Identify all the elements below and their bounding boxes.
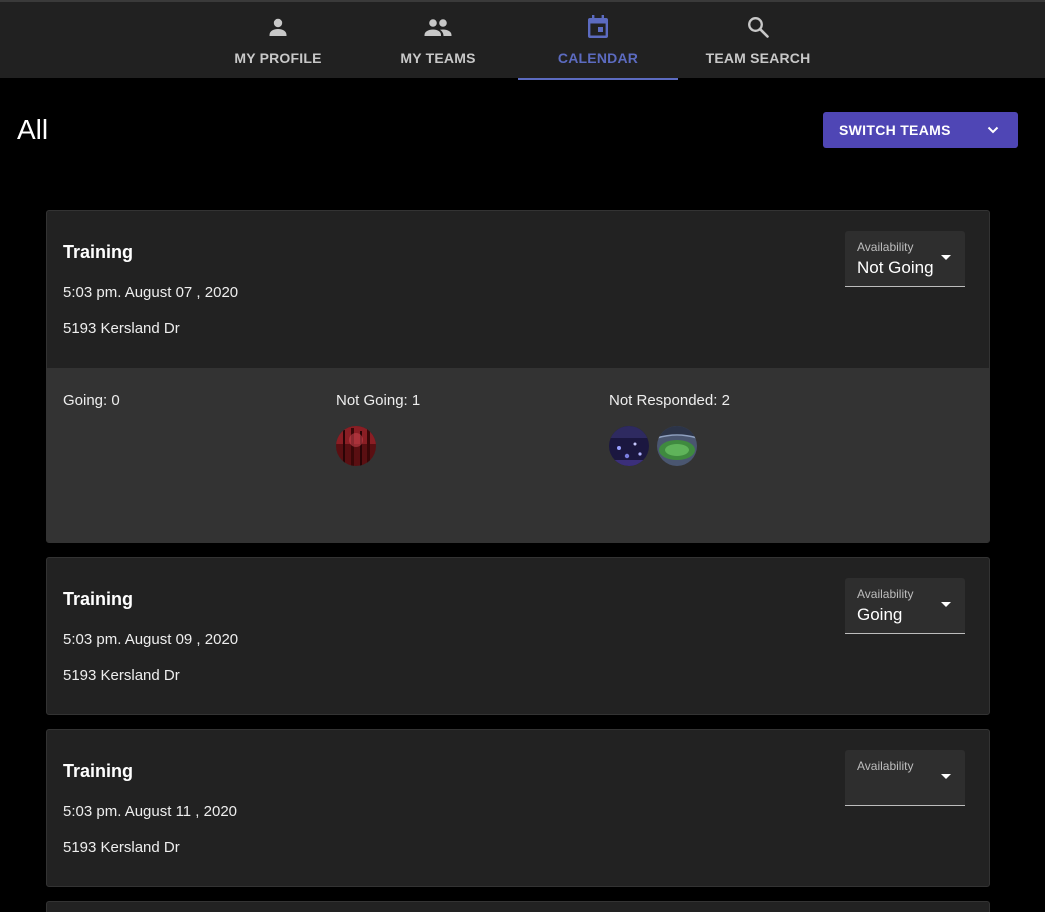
event-card[interactable]: Training 5:03 pm. August 07 , 2020 5193 … <box>46 210 990 543</box>
event-card[interactable] <box>46 901 990 912</box>
switch-teams-button[interactable]: SWITCH TEAMS <box>823 112 1018 148</box>
going-count: Going: 0 <box>63 392 120 409</box>
avatar[interactable] <box>336 426 376 466</box>
event-card[interactable]: Training 5:03 pm. August 09 , 2020 5193 … <box>46 557 990 715</box>
event-date: 5:03 pm. August 11 , 2020 <box>63 803 238 820</box>
tab-label: MY TEAMS <box>400 50 476 66</box>
chevron-down-icon <box>986 123 1000 140</box>
not-responded-count: Not Responded: 2 <box>609 392 730 409</box>
tab-label: TEAM SEARCH <box>705 50 811 66</box>
event-date: 5:03 pm. August 07 , 2020 <box>63 284 239 301</box>
calendar-icon <box>586 14 610 40</box>
event-card[interactable]: Training 5:03 pm. August 11 , 2020 5193 … <box>46 729 990 887</box>
person-icon <box>266 14 290 40</box>
tab-label: MY PROFILE <box>234 50 322 66</box>
tab-label: CALENDAR <box>557 50 639 66</box>
availability-label: Availability <box>857 759 914 773</box>
dropdown-arrow-icon <box>941 774 951 779</box>
event-title: Training <box>63 761 134 781</box>
dropdown-arrow-icon <box>941 255 951 260</box>
tab-my-teams[interactable]: MY TEAMS <box>358 2 518 78</box>
availability-label: Availability <box>857 240 914 254</box>
responses-panel: Going: 0 Not Going: 1 Not Responded: 2 <box>47 368 989 542</box>
dropdown-arrow-icon <box>941 602 951 607</box>
top-nav: MY PROFILE MY TEAMS CALENDAR TEAM SEARCH <box>0 0 1045 80</box>
switch-teams-label: SWITCH TEAMS <box>839 122 951 138</box>
search-icon <box>746 14 770 40</box>
availability-value: Going <box>857 605 903 624</box>
page-title: All <box>17 114 49 145</box>
event-title: Training <box>63 589 134 609</box>
tab-team-search[interactable]: TEAM SEARCH <box>678 2 838 78</box>
avatar[interactable] <box>657 426 697 466</box>
tab-calendar[interactable]: CALENDAR <box>518 2 678 80</box>
availability-select[interactable]: Availability <box>845 750 965 806</box>
event-location: 5193 Kersland Dr <box>63 667 180 684</box>
availability-select[interactable]: Availability Not Going <box>845 231 965 287</box>
event-location: 5193 Kersland Dr <box>63 839 180 856</box>
people-icon <box>423 14 453 40</box>
event-title: Training <box>63 242 134 262</box>
not-going-count: Not Going: 1 <box>336 392 421 409</box>
event-location: 5193 Kersland Dr <box>63 320 180 337</box>
availability-label: Availability <box>857 587 914 601</box>
avatar[interactable] <box>609 426 649 466</box>
tab-my-profile[interactable]: MY PROFILE <box>198 2 358 78</box>
event-date: 5:03 pm. August 09 , 2020 <box>63 631 239 648</box>
availability-value: Not Going <box>857 258 934 277</box>
availability-select[interactable]: Availability Going <box>845 578 965 634</box>
